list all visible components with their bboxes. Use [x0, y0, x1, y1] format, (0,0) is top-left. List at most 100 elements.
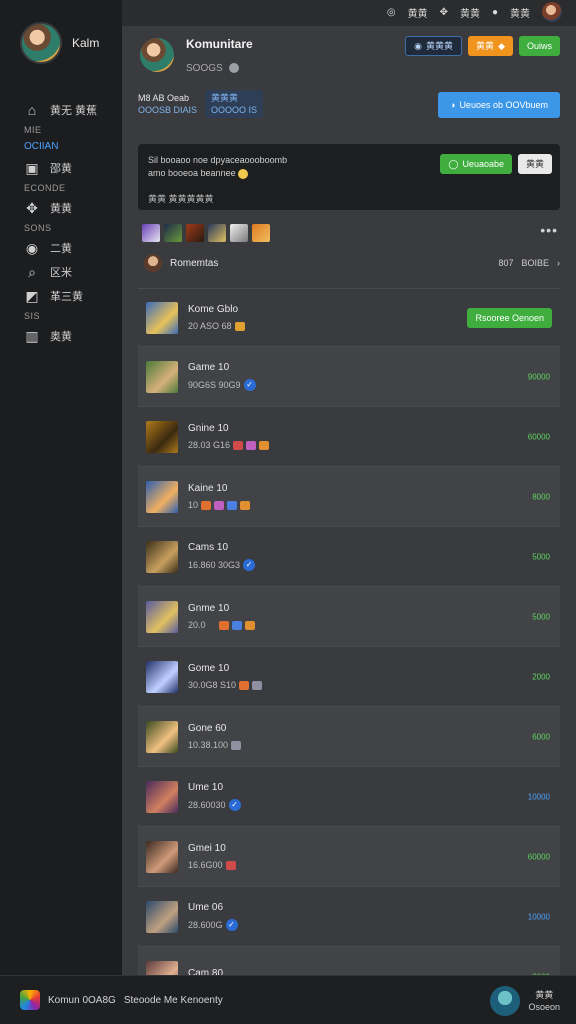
avatar[interactable] [20, 22, 62, 64]
game-thumbnail[interactable] [146, 301, 178, 334]
sidebar-profile[interactable]: Kalm [20, 22, 99, 64]
list-item-info: Ume 10 28.60030 ✓ [188, 782, 241, 811]
profile-header: Komunitare SOOGS [138, 36, 253, 74]
badge-icon[interactable] [230, 224, 248, 242]
gift-icon: ◆ [498, 41, 505, 51]
status-badge: 60000 [527, 432, 550, 441]
sidebar-item[interactable]: ◩ 革三黄 [24, 284, 114, 308]
list-item-meta-text: 28.60030 [188, 800, 226, 810]
stats-main: M8 AB Oeab OOOSB DIAIS [138, 92, 197, 116]
list-item[interactable]: Gome 10 30.0G8 S10 2000 [138, 647, 560, 707]
list-item[interactable]: Kaine 10 10 8000 [138, 467, 560, 527]
sort-toggle[interactable]: BOIBE [521, 258, 549, 268]
list-item-meta-text: 30.0G8 S10 [188, 680, 237, 690]
game-thumbnail[interactable] [146, 840, 178, 873]
game-thumbnail[interactable] [146, 540, 178, 573]
game-thumbnail[interactable] [146, 720, 178, 753]
sidebar-item[interactable]: ▥ 奥黄 [24, 324, 114, 348]
list-item-title: Gone 60 [188, 723, 227, 734]
list-item[interactable]: Gmei 10 16.6G00 60000 [138, 827, 560, 887]
topbar-item-1[interactable]: 黄黄 [408, 5, 428, 20]
badge-icon[interactable] [186, 224, 204, 242]
sidebar-item[interactable]: ✥ 黄黄 [24, 196, 114, 220]
dismiss-button[interactable]: 黄黄 [517, 154, 552, 174]
topbar: ◎ 黄黄 ✥ 黄黄 ● 黄黄 [387, 0, 562, 24]
sidebar-item[interactable]: ◉ 二黄 [24, 236, 114, 260]
achievement-icon [227, 500, 238, 510]
check-icon: ◯ [448, 159, 459, 169]
badge-icon[interactable] [164, 224, 182, 242]
sidebar-item[interactable]: ⌕ 区米 [24, 260, 114, 284]
sidebar-item[interactable]: ▣ 邵黄 [24, 156, 114, 180]
help-icon[interactable]: ◎ [387, 7, 396, 18]
more-icon[interactable]: ••• [540, 222, 558, 238]
avatar[interactable] [490, 986, 521, 1016]
notice-line-1b: amo booeoa beannee [148, 168, 236, 178]
list-item-info: Kome Gblo 20 ASO 68 [188, 304, 245, 331]
stats-highlight[interactable]: 黄黄黄 OOOOO IS [205, 90, 264, 118]
bottom-user-label-2: Osoeon [528, 1002, 560, 1012]
follow-button[interactable]: Ouiws [518, 36, 560, 56]
list-item[interactable]: Gnme 10 20.0 5000 [138, 587, 560, 647]
list-item-title: Game 10 [188, 362, 230, 373]
avatar[interactable] [542, 2, 562, 22]
friends-header: Romemtas 807 BOIBE › [144, 254, 560, 272]
badge-icon[interactable] [208, 224, 226, 242]
list-item-info: Gone 60 10.38.100 [188, 723, 242, 750]
bottom-bar: Komun 0OA8G Steoode Me Kenoenty 黄黄 Osoeo… [0, 975, 576, 1024]
avatar [144, 254, 162, 272]
achievement-icon [225, 860, 236, 870]
topbar-item-3[interactable]: 黄黄 [510, 5, 530, 20]
connect-button[interactable]: ◑ Ueuoes ob OOVbuem [438, 92, 560, 118]
game-thumbnail[interactable] [146, 480, 178, 513]
list-item[interactable]: Gone 60 10.38.100 6000 [138, 707, 560, 767]
list-item[interactable]: Cams 10 16.860 30G3 ✓ 5000 [138, 527, 560, 587]
notification-icon[interactable]: ● [492, 7, 498, 18]
notice-actions: ◯ Ueuaoabe 黄黄 [440, 154, 552, 174]
list-item[interactable]: Gnine 10 28.03 G16 60000 [138, 407, 560, 467]
sidebar-section-label: SIS [24, 311, 41, 321]
badge-icon[interactable] [142, 224, 160, 242]
sidebar-item-label: 黄黄 [50, 203, 72, 215]
bottom-app-label: Komun 0OA8G [48, 994, 116, 1006]
bottom-user[interactable]: 黄黄 Osoeon [490, 986, 560, 1016]
game-thumbnail[interactable] [146, 360, 178, 393]
list-item[interactable]: Ume 06 28.600G ✓ 10000 [138, 887, 560, 947]
verified-icon: ✓ [228, 799, 241, 811]
achievement-icon [244, 620, 255, 630]
controller-icon[interactable]: ✥ [440, 7, 448, 18]
list-item[interactable]: Game 10 90G6S 90G9 ✓ 90000 [138, 347, 560, 407]
message-button[interactable]: ◉ 黄黄黄 [405, 36, 463, 56]
list-item-meta-text: 10 [188, 500, 199, 510]
game-thumbnail[interactable] [146, 420, 178, 453]
avatar[interactable] [138, 36, 176, 74]
sidebar-item-active[interactable]: OCIIAN [24, 138, 114, 156]
list-item-info: Ume 06 28.600G ✓ [188, 902, 238, 931]
list-item-meta-text: 20 ASO 68 [188, 321, 232, 331]
sidebar-user-name: Kalm [72, 36, 100, 50]
sidebar-item-label: 区米 [50, 267, 72, 279]
bottom-app-info[interactable]: Komun 0OA8G Steoode Me Kenoenty [20, 990, 223, 1010]
smile-icon [238, 168, 249, 179]
follow-button-label: Ouiws [526, 41, 552, 51]
sidebar-item[interactable]: ⌂ 黄无 黄蕉 [24, 98, 114, 122]
row-action-button[interactable]: Rsooree Oenoen [467, 307, 552, 328]
gift-button[interactable]: 黄黄 ◆ [468, 36, 513, 56]
topbar-item-2[interactable]: 黄黄 [460, 5, 480, 20]
status-badge: 60000 [527, 852, 550, 861]
list-item-meta: 30.0G8 S10 [188, 680, 263, 690]
friends-title: Romemtas [144, 254, 218, 272]
game-thumbnail[interactable] [146, 900, 178, 933]
list-item[interactable]: Ume 10 28.60030 ✓ 10000 [138, 767, 560, 827]
list-item[interactable]: Kome Gblo 20 ASO 68 Rsooree Oenoen [138, 289, 560, 347]
accept-button[interactable]: ◯ Ueuaoabe [440, 154, 512, 174]
verified-icon: ✓ [243, 559, 256, 571]
game-list: Kome Gblo 20 ASO 68 Rsooree Oenoen Game 10 9… [138, 288, 560, 1007]
badge-icon[interactable] [252, 224, 270, 242]
chat-icon: ◉ [25, 240, 39, 256]
game-thumbnail[interactable] [146, 600, 178, 633]
chevron-right-icon[interactable]: › [557, 258, 560, 268]
sidebar-section-label: ECONDE [24, 183, 66, 193]
game-thumbnail[interactable] [146, 780, 178, 813]
game-thumbnail[interactable] [146, 660, 178, 693]
